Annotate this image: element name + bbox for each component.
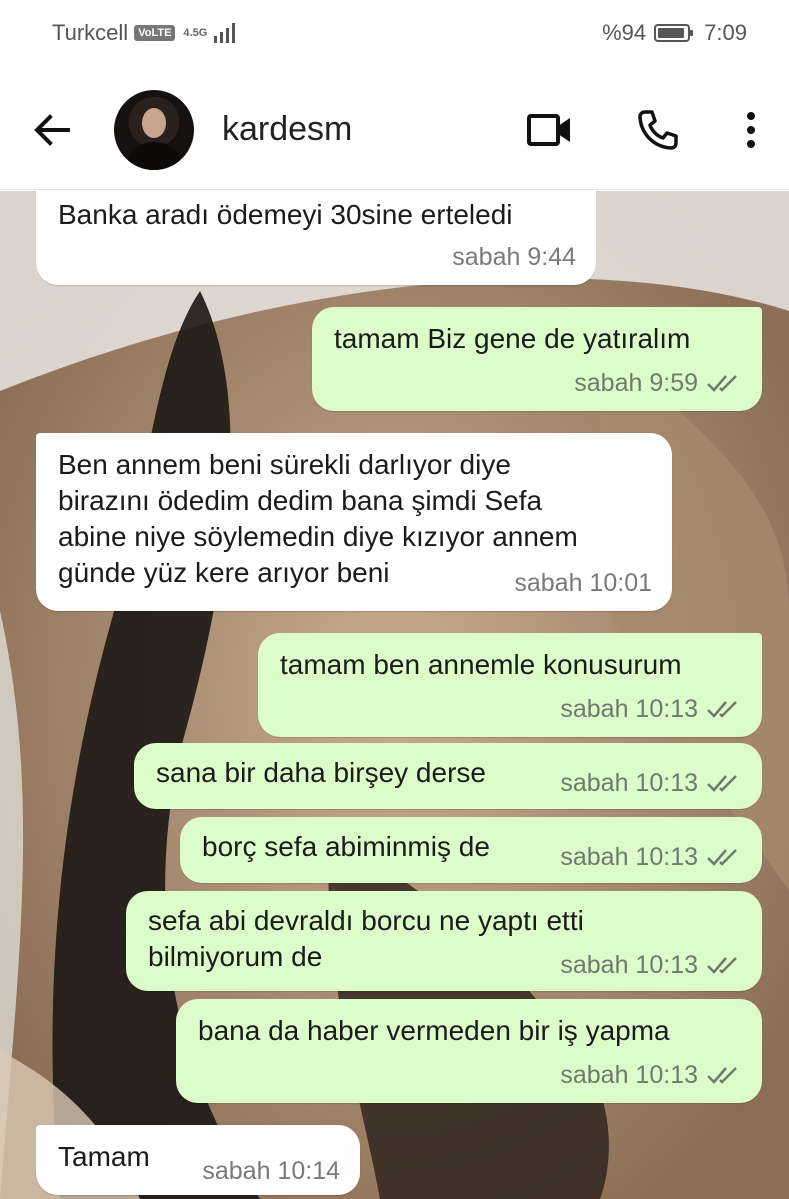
message-time: sabah 9:44	[452, 243, 576, 271]
message-text: sana bir daha birşey derse	[156, 757, 486, 788]
carrier-name: Turkcell	[52, 20, 129, 45]
message-meta: sabah 10:13	[560, 1057, 742, 1093]
message-meta: sabah 10:14	[202, 1153, 340, 1189]
more-options-icon[interactable]	[736, 108, 766, 152]
message-time: sabah 10:13	[560, 695, 698, 723]
video-call-icon[interactable]	[526, 112, 574, 148]
read-ticks-icon	[707, 957, 737, 974]
message-time: sabah 9:59	[574, 369, 698, 397]
read-ticks-icon	[707, 775, 737, 792]
message-time: sabah 10:14	[202, 1157, 340, 1185]
battery-icon	[654, 24, 694, 42]
message-bubble-outgoing[interactable]: sana bir daha birşey derse sabah 10:13	[134, 743, 762, 809]
message-text: tamam ben annemle konusurum	[280, 649, 682, 680]
message-meta: sabah 10:13	[560, 765, 742, 801]
message-text: sefa abi devraldı borcu ne yaptı etti bi…	[148, 905, 584, 972]
signal-icon	[214, 23, 236, 43]
message-bubble-incoming[interactable]: Ben annem beni sürekli darlıyor diye bir…	[36, 433, 672, 611]
message-time: sabah 10:13	[560, 843, 698, 871]
message-text: tamam Biz gene de yatıralım	[334, 323, 691, 354]
message-bubble-incoming[interactable]: Banka aradı ödemeyi 30sine erteledi saba…	[36, 191, 596, 285]
volte-badge: VoLTE	[134, 25, 176, 41]
read-ticks-icon	[707, 701, 737, 718]
battery-level	[658, 28, 685, 38]
message-bubble-outgoing[interactable]: sefa abi devraldı borcu ne yaptı etti bi…	[126, 891, 762, 991]
message-bubble-incoming[interactable]: Tamam sabah 10:14	[36, 1125, 360, 1195]
message-text: bana da haber vermeden bir iş yapma	[198, 1015, 670, 1046]
message-bubble-outgoing[interactable]: borç sefa abiminmiş de sabah 10:13	[180, 817, 762, 883]
message-meta: sabah 10:13	[560, 691, 742, 727]
contact-avatar[interactable]	[114, 90, 194, 170]
clock: 7:09	[704, 20, 747, 45]
message-bubble-outgoing[interactable]: tamam Biz gene de yatıralım sabah 9:59	[312, 307, 762, 411]
message-time: sabah 10:01	[514, 569, 652, 597]
message-time: sabah 10:13	[560, 769, 698, 797]
message-text: Ben annem beni sürekli darlıyor diye bir…	[58, 449, 578, 588]
message-meta: sabah 10:13	[560, 947, 742, 983]
message-meta: sabah 10:13	[560, 839, 742, 875]
read-ticks-icon	[707, 375, 737, 392]
message-time: sabah 10:13	[560, 1061, 698, 1089]
voice-call-icon[interactable]	[636, 108, 680, 152]
chat-header: kardesm	[0, 68, 789, 190]
read-ticks-icon	[707, 849, 737, 866]
back-arrow-icon[interactable]	[30, 108, 74, 152]
status-right: %94 7:09	[602, 20, 747, 46]
message-meta: sabah 9:44	[452, 239, 576, 275]
message-text: Banka aradı ödemeyi 30sine erteledi	[58, 199, 513, 230]
contact-name[interactable]: kardesm	[222, 110, 352, 149]
message-meta: sabah 9:59	[574, 365, 742, 401]
status-left: Turkcell VoLTE 4.5G	[52, 20, 237, 46]
battery-percent: %94	[602, 20, 647, 45]
network-type: 4.5G	[183, 26, 208, 39]
chat-area[interactable]: Banka aradı ödemeyi 30sine erteledi saba…	[0, 191, 789, 1199]
read-ticks-icon	[707, 1067, 737, 1084]
status-bar: Turkcell VoLTE 4.5G %94 7:09	[0, 0, 789, 68]
message-text: borç sefa abiminmiş de	[202, 831, 490, 862]
message-bubble-outgoing[interactable]: bana da haber vermeden bir iş yapma saba…	[176, 999, 762, 1103]
message-bubble-outgoing[interactable]: tamam ben annemle konusurum sabah 10:13	[258, 633, 762, 737]
message-time: sabah 10:13	[560, 951, 698, 979]
message-text: Tamam	[58, 1141, 150, 1172]
message-meta: sabah 10:01	[514, 565, 652, 601]
